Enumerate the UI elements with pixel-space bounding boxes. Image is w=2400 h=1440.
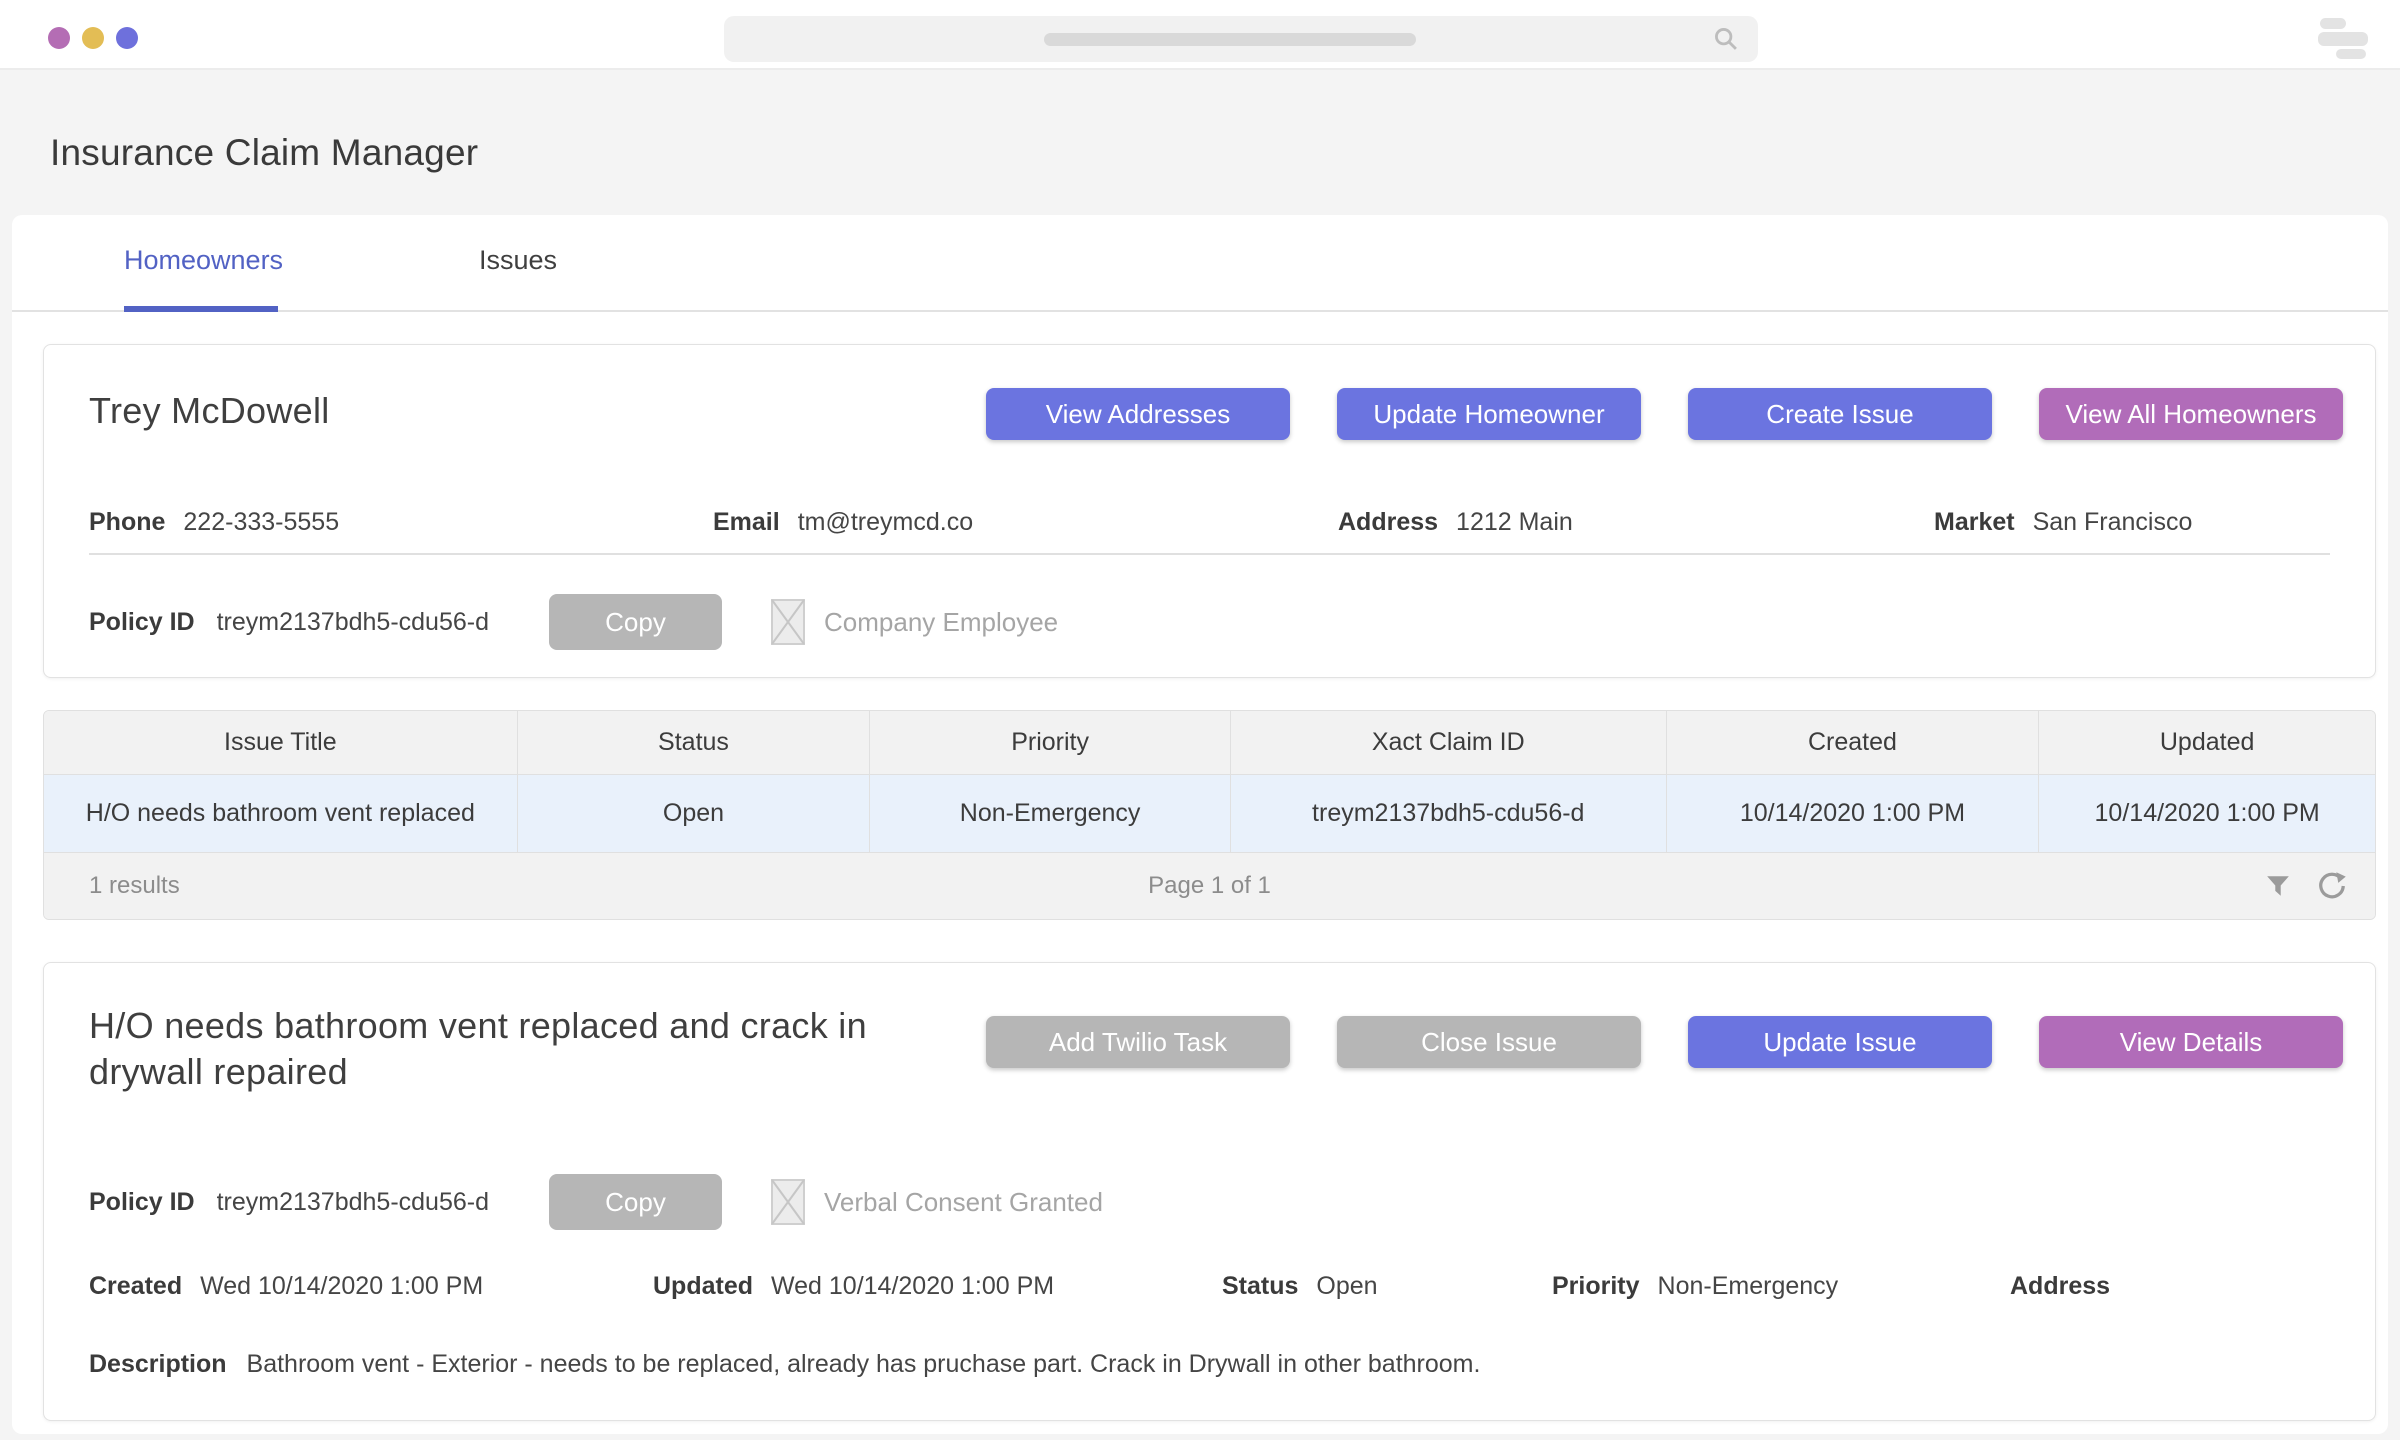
- cell-priority: Non-Emergency: [870, 775, 1231, 852]
- status-field: Status Open: [1222, 1266, 1552, 1306]
- window-close-button[interactable]: [48, 27, 70, 49]
- close-issue-button[interactable]: Close Issue: [1337, 1016, 1641, 1068]
- homeowner-name: Trey McDowell: [89, 390, 330, 432]
- tab-issues[interactable]: Issues: [479, 245, 557, 276]
- tab-homeowners[interactable]: Homeowners: [124, 245, 283, 276]
- status-value: Open: [1316, 1272, 1377, 1301]
- col-issue-title: Issue Title: [44, 711, 518, 774]
- refresh-icon[interactable]: [2317, 871, 2347, 901]
- address-field: Address 1212 Main: [1338, 497, 1934, 547]
- page-title: Insurance Claim Manager: [50, 132, 478, 174]
- updated-value: Wed 10/14/2020 1:00 PM: [771, 1272, 1054, 1301]
- col-created: Created: [1667, 711, 2040, 774]
- col-priority: Priority: [870, 711, 1231, 774]
- issue-actions: Add Twilio Task Close Issue Update Issue…: [986, 1016, 2343, 1068]
- active-tab-underline: [124, 306, 278, 312]
- issues-table: Issue Title Status Priority Xact Claim I…: [43, 710, 2376, 920]
- view-details-button[interactable]: View Details: [2039, 1016, 2343, 1068]
- tabs-divider: [12, 310, 2388, 312]
- homeowner-actions: View Addresses Update Homeowner Create I…: [986, 388, 2343, 440]
- issues-table-header: Issue Title Status Priority Xact Claim I…: [44, 711, 2375, 775]
- market-value: San Francisco: [2033, 508, 2193, 537]
- created-label: Created: [89, 1272, 182, 1301]
- copy-policy-id-button[interactable]: Copy: [549, 594, 722, 650]
- policy-id-label: Policy ID: [89, 608, 195, 637]
- market-label: Market: [1934, 508, 2015, 537]
- main-panel: Homeowners Issues Trey McDowell View Add…: [12, 215, 2388, 1434]
- update-homeowner-button[interactable]: Update Homeowner: [1337, 388, 1641, 440]
- issues-table-footer: 1 results Page 1 of 1: [44, 853, 2375, 919]
- issue-address-label: Address: [2010, 1272, 2110, 1301]
- company-employee-label: Company Employee: [824, 607, 1058, 638]
- window-zoom-button[interactable]: [116, 27, 138, 49]
- address-value: 1212 Main: [1456, 508, 1573, 537]
- priority-label: Priority: [1552, 1272, 1640, 1301]
- app-window: Insurance Claim Manager Homeowners Issue…: [0, 0, 2400, 1440]
- view-addresses-button[interactable]: View Addresses: [986, 388, 1290, 440]
- verbal-consent-checkbox-icon[interactable]: [770, 1178, 806, 1226]
- email-value: tm@treymcd.co: [798, 508, 973, 537]
- cell-issue-title: H/O needs bathroom vent replaced: [44, 775, 518, 852]
- col-updated: Updated: [2039, 711, 2375, 774]
- search-icon: [1712, 25, 1740, 53]
- update-issue-button[interactable]: Update Issue: [1688, 1016, 1992, 1068]
- homeowner-divider: [89, 553, 2330, 555]
- filter-icon[interactable]: [2265, 873, 2291, 899]
- cell-created: 10/14/2020 1:00 PM: [1667, 775, 2040, 852]
- description-label: Description: [89, 1350, 227, 1379]
- homeowner-fields: Phone 222-333-5555 Email tm@treymcd.co A…: [89, 497, 2330, 547]
- issue-policy-id-label: Policy ID: [89, 1188, 195, 1217]
- priority-value: Non-Emergency: [1658, 1272, 1839, 1301]
- issue-title: H/O needs bathroom vent replaced and cra…: [89, 1003, 929, 1095]
- phone-field: Phone 222-333-5555: [89, 497, 713, 547]
- cell-xact-claim-id: treym2137bdh5-cdu56-d: [1231, 775, 1667, 852]
- col-xact-claim-id: Xact Claim ID: [1231, 711, 1667, 774]
- issue-address-field: Address: [2010, 1266, 2330, 1306]
- homeowner-policy-row: Policy ID treym2137bdh5-cdu56-d Copy Com…: [89, 594, 1058, 650]
- email-label: Email: [713, 508, 780, 537]
- window-minimize-button[interactable]: [82, 27, 104, 49]
- created-field: Created Wed 10/14/2020 1:00 PM: [89, 1266, 653, 1306]
- address-label: Address: [1338, 508, 1438, 537]
- status-label: Status: [1222, 1272, 1298, 1301]
- col-status: Status: [518, 711, 871, 774]
- company-employee-checkbox-icon[interactable]: [770, 598, 806, 646]
- cell-status: Open: [518, 775, 871, 852]
- search-placeholder-bar: [1044, 33, 1416, 46]
- issue-card: H/O needs bathroom vent replaced and cra…: [43, 962, 2376, 1421]
- phone-value: 222-333-5555: [183, 508, 339, 537]
- window-controls: [48, 27, 138, 49]
- market-field: Market San Francisco: [1934, 497, 2330, 547]
- description-value: Bathroom vent - Exterior - needs to be r…: [247, 1350, 1481, 1379]
- issue-fields: Created Wed 10/14/2020 1:00 PM Updated W…: [89, 1266, 2330, 1306]
- issue-policy-id-value: treym2137bdh5-cdu56-d: [217, 1188, 489, 1217]
- verbal-consent-label: Verbal Consent Granted: [824, 1187, 1103, 1218]
- search-input[interactable]: [724, 16, 1758, 62]
- priority-field: Priority Non-Emergency: [1552, 1266, 2010, 1306]
- policy-id-value: treym2137bdh5-cdu56-d: [217, 608, 489, 637]
- description-row: Description Bathroom vent - Exterior - n…: [89, 1344, 1480, 1384]
- copy-issue-policy-id-button[interactable]: Copy: [549, 1174, 722, 1230]
- browser-topbar: [0, 0, 2400, 70]
- view-all-homeowners-button[interactable]: View All Homeowners: [2039, 388, 2343, 440]
- phone-label: Phone: [89, 508, 165, 537]
- updated-label: Updated: [653, 1272, 753, 1301]
- created-value: Wed 10/14/2020 1:00 PM: [200, 1272, 483, 1301]
- updated-field: Updated Wed 10/14/2020 1:00 PM: [653, 1266, 1222, 1306]
- page-indicator: Page 1 of 1: [44, 872, 2375, 900]
- email-field: Email tm@treymcd.co: [713, 497, 1338, 547]
- issue-policy-row: Policy ID treym2137bdh5-cdu56-d Copy Ver…: [89, 1174, 1103, 1230]
- window-menu-icon[interactable]: [2318, 16, 2370, 58]
- add-twilio-task-button[interactable]: Add Twilio Task: [986, 1016, 1290, 1068]
- homeowner-card: Trey McDowell View Addresses Update Home…: [43, 344, 2376, 678]
- table-row[interactable]: H/O needs bathroom vent replaced Open No…: [44, 775, 2375, 853]
- cell-updated: 10/14/2020 1:00 PM: [2039, 775, 2375, 852]
- create-issue-button[interactable]: Create Issue: [1688, 388, 1992, 440]
